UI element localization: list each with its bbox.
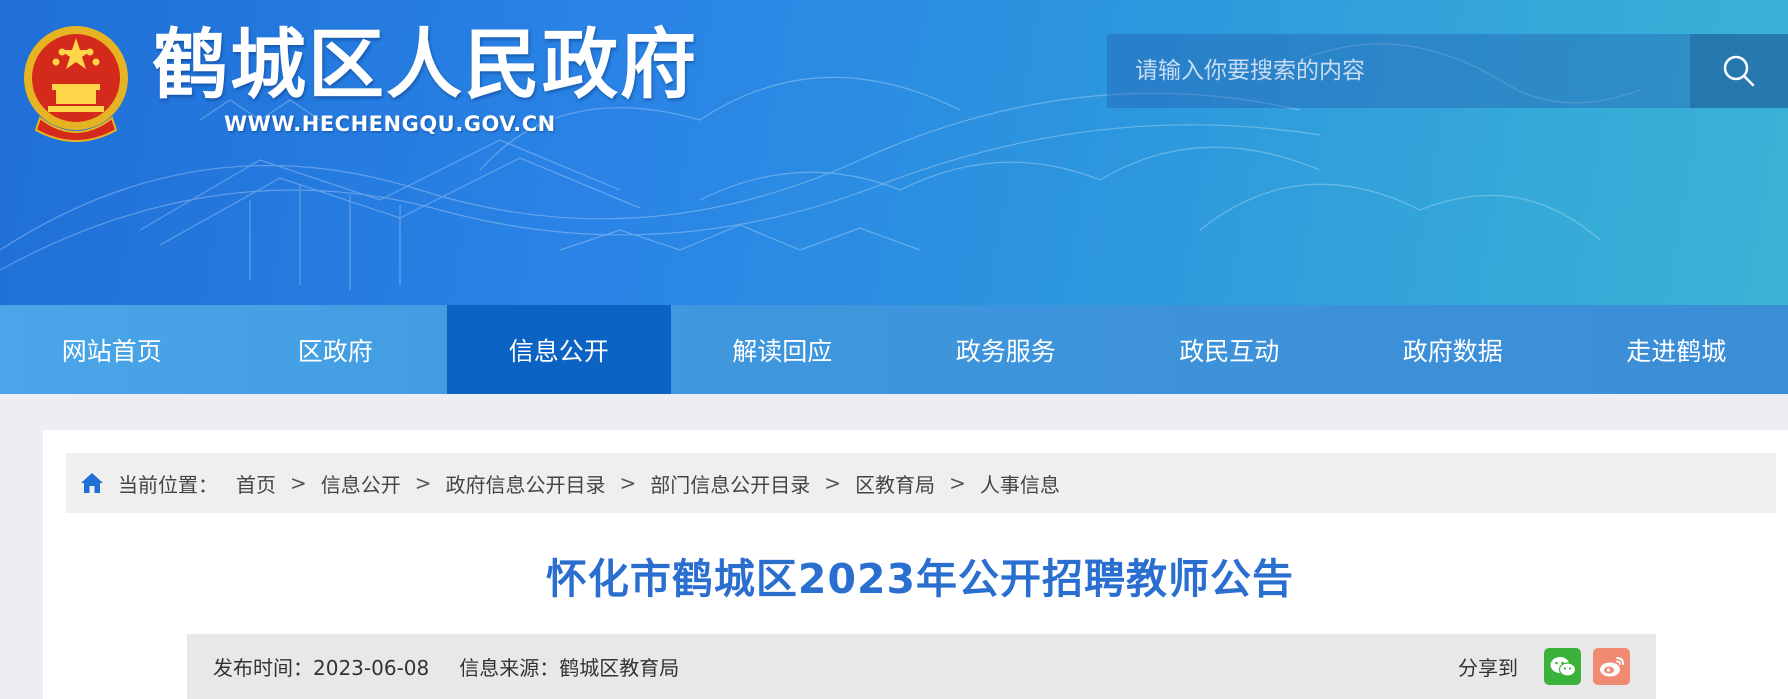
nav-item-about-hecheng[interactable]: 走进鹤城 (1565, 305, 1788, 394)
site-title: 鹤城区人民政府 (152, 20, 698, 109)
publish-time: 发布时间：2023-06-08 (213, 652, 429, 681)
search-icon (1723, 55, 1755, 87)
breadcrumb-item-home[interactable]: 首页 (236, 469, 276, 498)
share-label: 分享到 (1458, 656, 1518, 680)
header-banner: 鹤城区人民政府 WWW.HECHENGQU.GOV.CN (0, 0, 1788, 305)
breadcrumb-separator: > (949, 471, 966, 495)
article-meta-bar: 发布时间：2023-06-08 信息来源：鹤城区教育局 分享到 (187, 634, 1656, 699)
breadcrumb-prefix: 当前位置： (118, 472, 218, 497)
breadcrumb-item-information-disclosure[interactable]: 信息公开 (321, 469, 401, 498)
breadcrumb-separator: > (824, 471, 842, 495)
main-nav: 网站首页 区政府 信息公开 解读回应 政务服务 政民互动 政府数据 走进鹤城 (0, 305, 1788, 394)
info-source-value: 鹤城区教育局 (559, 656, 680, 680)
breadcrumb-separator: > (619, 471, 637, 495)
share-group: 分享到 (1458, 648, 1630, 685)
nav-item-interpretation[interactable]: 解读回应 (671, 305, 895, 394)
share-wechat-button[interactable] (1544, 648, 1581, 685)
wechat-icon (1550, 656, 1576, 677)
site-url: WWW.HECHENGQU.GOV.CN (224, 112, 556, 136)
nav-item-government-services[interactable]: 政务服务 (894, 305, 1118, 394)
nav-item-government-data[interactable]: 政府数据 (1341, 305, 1565, 394)
home-icon[interactable] (80, 472, 104, 494)
nav-item-information-disclosure[interactable]: 信息公开 (447, 305, 671, 394)
publish-time-label: 发布时间： (213, 656, 313, 680)
breadcrumb-separator: > (290, 471, 307, 495)
info-source-label: 信息来源： (459, 656, 560, 680)
publish-time-value: 2023-06-08 (313, 656, 430, 680)
breadcrumb-item-department-catalog[interactable]: 部门信息公开目录 (650, 469, 810, 498)
nav-item-interaction[interactable]: 政民互动 (1118, 305, 1342, 394)
search-button[interactable] (1690, 34, 1788, 108)
nav-item-district-government[interactable]: 区政府 (224, 305, 448, 394)
breadcrumb: 当前位置： 首页 > 信息公开 > 政府信息公开目录 > 部门信息公开目录 > … (66, 453, 1776, 513)
national-emblem-icon (24, 26, 128, 142)
breadcrumb-item-personnel-info[interactable]: 人事信息 (980, 469, 1060, 498)
weibo-icon (1599, 656, 1624, 676)
breadcrumb-item-education-bureau[interactable]: 区教育局 (855, 469, 935, 498)
nav-item-home[interactable]: 网站首页 (0, 305, 224, 394)
share-weibo-button[interactable] (1593, 648, 1630, 685)
breadcrumb-separator: > (414, 471, 432, 495)
article-title: 怀化市鹤城区2023年公开招聘教师公告 (545, 555, 1295, 603)
search-box (1107, 34, 1690, 108)
info-source: 信息来源：鹤城区教育局 (459, 652, 679, 681)
breadcrumb-item-disclosure-catalog[interactable]: 政府信息公开目录 (446, 469, 606, 498)
search-input[interactable] (1107, 34, 1690, 108)
